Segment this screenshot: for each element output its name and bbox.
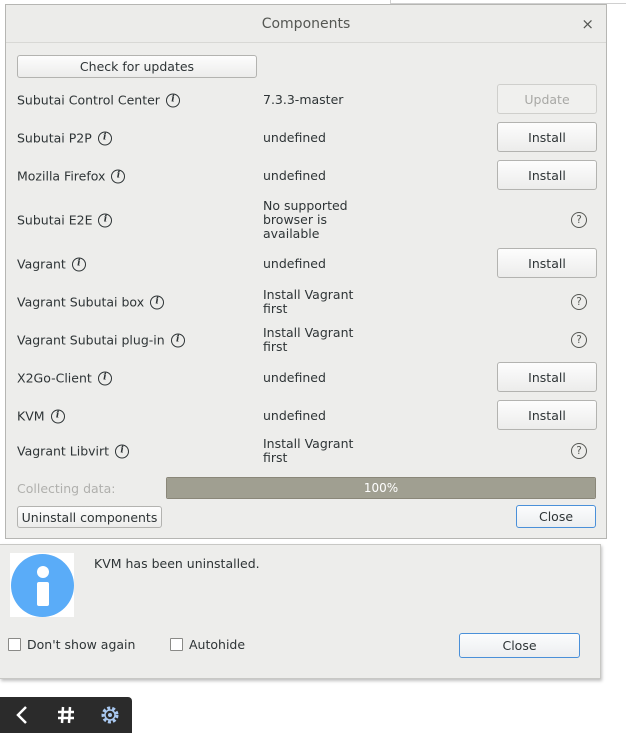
component-version: Install Vagrant first — [263, 287, 354, 316]
component-name: Subutai Control Center i — [17, 93, 180, 108]
checkbox-box[interactable] — [8, 638, 21, 651]
component-name: Mozilla Firefox i — [17, 168, 126, 184]
dont-show-again-label: Don't show again — [27, 637, 136, 652]
notification-panel: KVM has been uninstalled. Don't show aga… — [0, 544, 601, 679]
component-name: KVM i — [17, 409, 65, 424]
component-version: undefined — [263, 130, 326, 145]
info-icon[interactable]: i — [97, 131, 112, 145]
component-row: Vagrant Libvirt i Install Vagrant first? — [17, 435, 597, 467]
component-name-label: Vagrant Libvirt — [17, 443, 110, 459]
component-version: undefined — [263, 370, 326, 385]
component-version: undefined — [263, 408, 326, 423]
component-name-label: Subutai E2E — [17, 212, 93, 228]
component-version: undefined — [263, 168, 326, 183]
autohide-label: Autohide — [189, 637, 246, 652]
dialog-title: Components — [261, 15, 351, 32]
help-icon[interactable]: ? — [571, 332, 587, 348]
component-name-label: Vagrant — [17, 256, 66, 272]
autohide-checkbox[interactable]: Autohide — [170, 637, 245, 652]
component-name-label: Subutai Control Center — [17, 92, 160, 108]
gear-icon[interactable] — [88, 697, 132, 733]
taskbar — [0, 697, 132, 733]
install-button[interactable]: Install — [497, 400, 597, 430]
update-button[interactable]: Update — [497, 84, 597, 114]
info-icon[interactable]: i — [170, 333, 185, 347]
info-icon[interactable]: i — [165, 93, 180, 107]
component-name: Subutai P2P i — [17, 131, 112, 146]
help-icon[interactable]: ? — [571, 294, 587, 310]
component-name-label: Vagrant Subutai plug-in — [17, 332, 165, 348]
uninstall-components-button[interactable]: Uninstall components — [17, 506, 162, 528]
progress-text: 100% — [363, 481, 399, 495]
component-version: undefined — [263, 256, 326, 271]
install-button[interactable]: Install — [497, 160, 597, 190]
info-icon[interactable]: i — [98, 213, 113, 227]
progress-bar: 100% — [166, 477, 596, 499]
component-row: Vagrant Subutai plug-in i Install Vagrant … — [17, 324, 597, 356]
install-button[interactable]: Install — [497, 248, 597, 278]
component-name-label: KVM — [17, 408, 45, 424]
help-icon[interactable]: ? — [571, 443, 587, 459]
component-name-label: Mozilla Firefox — [17, 168, 106, 184]
info-icon[interactable]: i — [150, 295, 165, 309]
notification-close-button[interactable]: Close — [459, 633, 580, 658]
component-name: Vagrant Subutai box i — [17, 294, 165, 310]
help-icon[interactable]: ? — [571, 212, 587, 228]
dialog-titlebar[interactable]: Components × — [6, 5, 606, 43]
components-dialog: Components × Check for updates Subutai C… — [5, 4, 607, 539]
component-row: KVM i undefined Install — [17, 400, 597, 432]
component-version: No supported browser is available — [263, 198, 348, 241]
notification-message: KVM has been uninstalled. — [94, 556, 260, 571]
component-row: Subutai E2E i No supported browser is avai… — [17, 199, 597, 241]
component-name-label: Vagrant Subutai box — [17, 294, 145, 310]
component-row: Vagrant i undefined Install — [17, 248, 597, 280]
hash-icon[interactable] — [44, 697, 88, 733]
info-icon[interactable]: i — [115, 444, 130, 458]
component-row: Subutai P2P i undefined Install — [17, 122, 597, 154]
component-name: Vagrant Libvirt i — [17, 443, 130, 459]
info-icon[interactable]: i — [111, 169, 126, 183]
component-version: 7.3.3-master — [263, 92, 344, 107]
info-icon[interactable]: i — [97, 371, 112, 385]
install-button[interactable]: Install — [497, 362, 597, 392]
close-icon[interactable]: × — [581, 15, 594, 33]
component-row: Subutai Control Center i 7.3.3-master Updat… — [17, 84, 597, 116]
component-row: Vagrant Subutai box i Install Vagrant firs… — [17, 286, 597, 318]
component-name: X2Go-Client i — [17, 371, 112, 386]
component-name-label: X2Go-Client — [17, 370, 92, 386]
info-icon[interactable]: i — [50, 409, 65, 423]
component-version: Install Vagrant first — [263, 436, 354, 465]
checkbox-box[interactable] — [170, 638, 183, 651]
dont-show-again-checkbox[interactable]: Don't show again — [8, 637, 135, 652]
component-row: Mozilla Firefox i undefined Install — [17, 160, 597, 192]
component-name: Vagrant i — [17, 257, 86, 272]
notification-icon-frame — [10, 553, 74, 617]
component-row: X2Go-Client i undefined Install — [17, 362, 597, 394]
check-for-updates-button[interactable]: Check for updates — [17, 55, 257, 78]
install-button[interactable]: Install — [497, 122, 597, 152]
chevron-left-icon[interactable] — [0, 697, 44, 733]
close-button[interactable]: Close — [516, 505, 596, 528]
collecting-data-label: Collecting data: — [17, 481, 116, 496]
info-icon[interactable]: i — [71, 257, 86, 271]
info-icon — [11, 554, 74, 617]
component-name: Vagrant Subutai plug-in i — [17, 333, 185, 348]
component-name-label: Subutai P2P — [17, 130, 92, 146]
component-version: Install Vagrant first — [263, 325, 354, 354]
component-name: Subutai E2E i — [17, 212, 113, 228]
